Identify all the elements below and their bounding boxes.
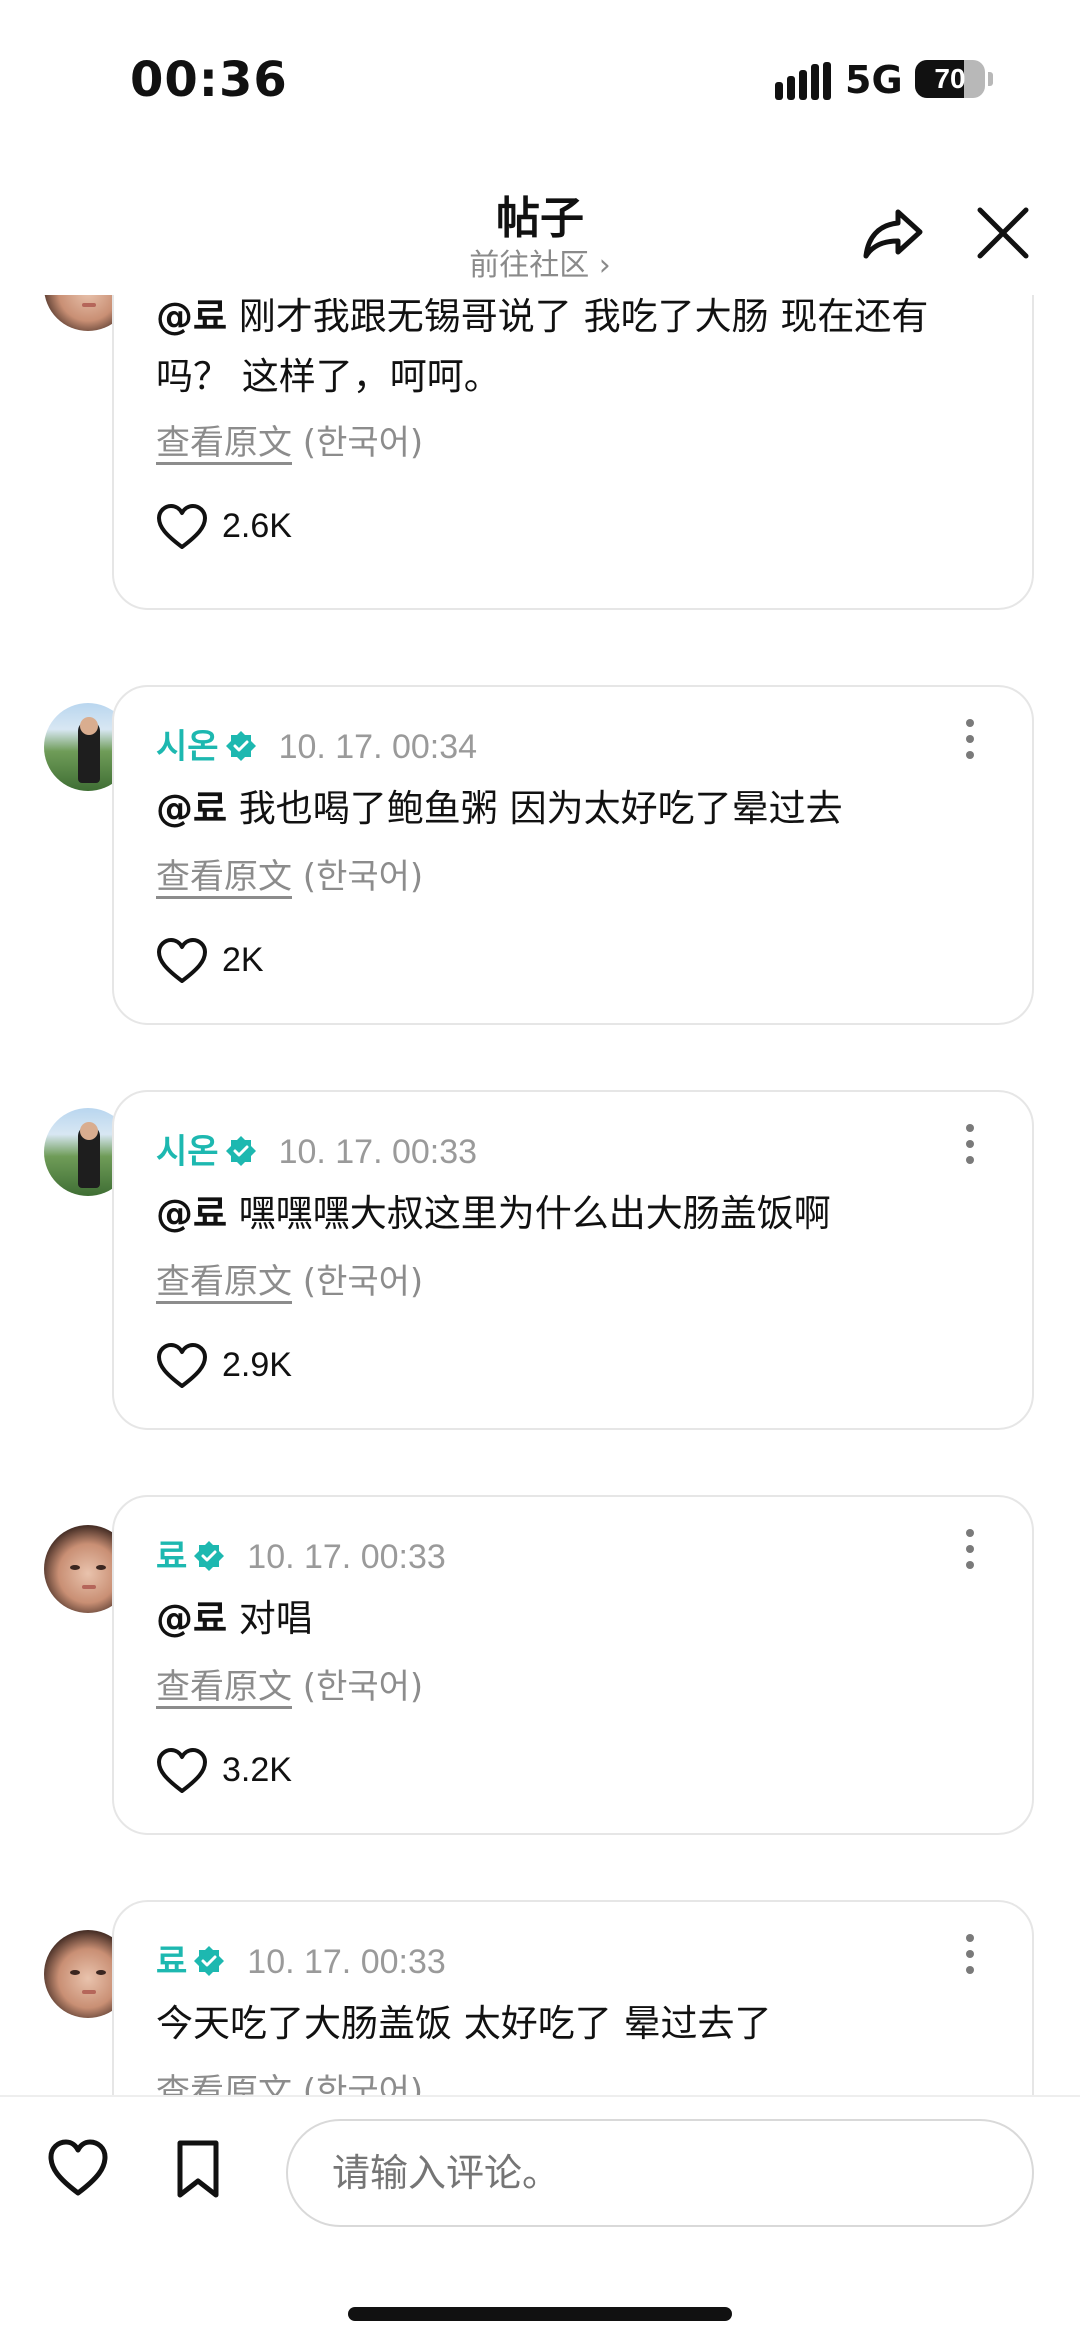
comment-input[interactable] — [286, 2119, 1034, 2227]
comment-bubble: @료 刚才我跟无锡哥说了 我吃了大肠 现在还有吗？ 这样了，呵呵。 查看原文 (… — [112, 295, 1034, 610]
original-language: (한국어) — [292, 1262, 424, 1302]
comment-text: 今天吃了大肠盖饭 太好吃了 晕过去了 — [156, 1994, 976, 2054]
comment-meta: 료 10. 17. 00:33 — [156, 1529, 446, 1578]
comment-bubble: 시온 10. 17. 00:33 @료 嘿嘿嘿大叔这里为什么出大肠盖饭啊 查看原文… — [112, 1090, 1034, 1430]
comment-body: 嘿嘿嘿大叔这里为什么出大肠盖饭啊 — [227, 1192, 831, 1235]
comment-time: 10. 17. 00:34 — [278, 728, 478, 766]
verified-badge-icon — [194, 1541, 225, 1571]
status-bar: 00:36 5G 70 — [0, 0, 1080, 160]
like-count: 2.6K — [222, 507, 292, 545]
author-name[interactable]: 시온 — [156, 1132, 219, 1172]
network-type: 5G — [845, 58, 903, 102]
bookmark-icon[interactable] — [166, 2137, 230, 2201]
comment-time: 10. 17. 00:33 — [247, 1538, 446, 1576]
comment-meta: 료 10. 17. 00:33 — [156, 1934, 446, 1983]
view-original-link[interactable]: 查看原文 — [156, 857, 292, 897]
battery-level: 70 — [934, 63, 966, 94]
original-language: (한국어) — [292, 2072, 424, 2095]
more-options-button[interactable] — [960, 1932, 980, 1976]
mention[interactable]: @료 — [156, 1597, 227, 1640]
translate-row: 查看原文 (한국어) — [156, 1254, 423, 1303]
translate-row: 查看原文 (한국어) — [156, 415, 423, 464]
original-language: (한국어) — [292, 857, 424, 897]
more-options-button[interactable] — [960, 1122, 980, 1166]
comment-text: @료 对唱 — [156, 1589, 976, 1649]
bottom-action-bar — [0, 2095, 1080, 2342]
comment-item: 료 10. 17. 00:33 今天吃了大肠盖饭 太好吃了 晕过去了 查看原文 (… — [0, 1900, 1080, 2095]
post-screen: 00:36 5G 70 帖子 前往社区 › @료 刚才我跟无锡哥说了 我吃了大肠… — [0, 0, 1080, 2342]
comment-feed[interactable]: @료 刚才我跟无锡哥说了 我吃了大肠 现在还有吗？ 这样了，呵呵。 查看原文 (… — [0, 295, 1080, 2095]
view-original-link[interactable]: 查看原文 — [156, 1262, 292, 1302]
mention[interactable]: @료 — [156, 787, 227, 830]
original-language: (한국어) — [292, 1667, 424, 1707]
comment-meta: 시온 10. 17. 00:34 — [156, 719, 477, 768]
comment-body: 今天吃了大肠盖饭 太好吃了 晕过去了 — [156, 2002, 772, 2045]
comment-body: 对唱 — [227, 1597, 313, 1640]
battery-tip — [988, 72, 993, 86]
heart-icon — [157, 504, 207, 549]
heart-icon — [157, 1343, 207, 1388]
heart-icon — [157, 938, 207, 983]
comment-bubble: 료 10. 17. 00:33 今天吃了大肠盖饭 太好吃了 晕过去了 查看原文 (… — [112, 1900, 1034, 2095]
author-name[interactable]: 시온 — [156, 727, 219, 767]
post-header: 帖子 前往社区 › — [0, 160, 1080, 295]
status-time: 00:36 — [130, 52, 288, 108]
author-name[interactable]: 료 — [156, 1942, 187, 1982]
battery-icon: 70 — [915, 60, 985, 98]
share-icon[interactable] — [858, 198, 928, 268]
view-original-link[interactable]: 查看原文 — [156, 423, 292, 463]
comment-item: 시온 10. 17. 00:33 @료 嘿嘿嘿大叔这里为什么出大肠盖饭啊 查看原文… — [0, 1090, 1080, 1430]
view-original-link[interactable]: 查看原文 — [156, 1667, 292, 1707]
comment-body: 我也喝了鲍鱼粥 因为太好吃了晕过去 — [227, 787, 843, 830]
comment-bubble: 시온 10. 17. 00:34 @료 我也喝了鲍鱼粥 因为太好吃了晕过去 查看原… — [112, 685, 1034, 1025]
like-count: 2.9K — [222, 1346, 292, 1384]
comment-item: 료 10. 17. 00:33 @료 对唱 查看原文 (한국어) 3.2K — [0, 1495, 1080, 1835]
original-language: (한국어) — [292, 423, 424, 463]
translate-row: 查看原文 (한국어) — [156, 2064, 423, 2095]
comment-item: 시온 10. 17. 00:34 @료 我也喝了鲍鱼粥 因为太好吃了晕过去 查看原… — [0, 685, 1080, 1025]
more-options-button[interactable] — [960, 1527, 980, 1571]
translate-row: 查看原文 (한국어) — [156, 1659, 423, 1708]
mention[interactable]: @료 — [156, 295, 227, 338]
comment-meta: 시온 10. 17. 00:33 — [156, 1124, 477, 1173]
comment-body: 刚才我跟无锡哥说了 我吃了大肠 现在还有吗？ 这样了，呵呵。 — [156, 295, 929, 398]
comment-text: @료 刚才我跟无锡哥说了 我吃了大肠 现在还有吗？ 这样了，呵呵。 — [156, 295, 976, 407]
comment-time: 10. 17. 00:33 — [278, 1133, 478, 1171]
heart-icon — [157, 1748, 207, 1793]
heart-icon[interactable] — [46, 2137, 110, 2201]
author-name[interactable]: 료 — [156, 1537, 187, 1577]
verified-badge-icon — [225, 731, 256, 761]
like-count: 3.2K — [222, 1751, 292, 1789]
comment-bubble: 료 10. 17. 00:33 @료 对唱 查看原文 (한국어) 3.2K — [112, 1495, 1034, 1835]
mention[interactable]: @료 — [156, 1192, 227, 1235]
signal-icon — [775, 62, 831, 100]
home-indicator — [348, 2307, 732, 2321]
view-original-link[interactable]: 查看原文 — [156, 2072, 292, 2095]
verified-badge-icon — [225, 1136, 256, 1166]
like-count: 2K — [222, 941, 264, 979]
close-icon[interactable] — [968, 198, 1038, 268]
more-options-button[interactable] — [960, 717, 980, 761]
comment-text: @료 我也喝了鲍鱼粥 因为太好吃了晕过去 — [156, 779, 976, 839]
comment-text: @료 嘿嘿嘿大叔这里为什么出大肠盖饭啊 — [156, 1184, 976, 1244]
comment-time: 10. 17. 00:33 — [247, 1943, 446, 1981]
verified-badge-icon — [194, 1946, 225, 1976]
translate-row: 查看原文 (한국어) — [156, 849, 423, 898]
comment-item: @료 刚才我跟无锡哥说了 我吃了大肠 现在还有吗？ 这样了，呵呵。 查看原文 (… — [0, 295, 1080, 615]
